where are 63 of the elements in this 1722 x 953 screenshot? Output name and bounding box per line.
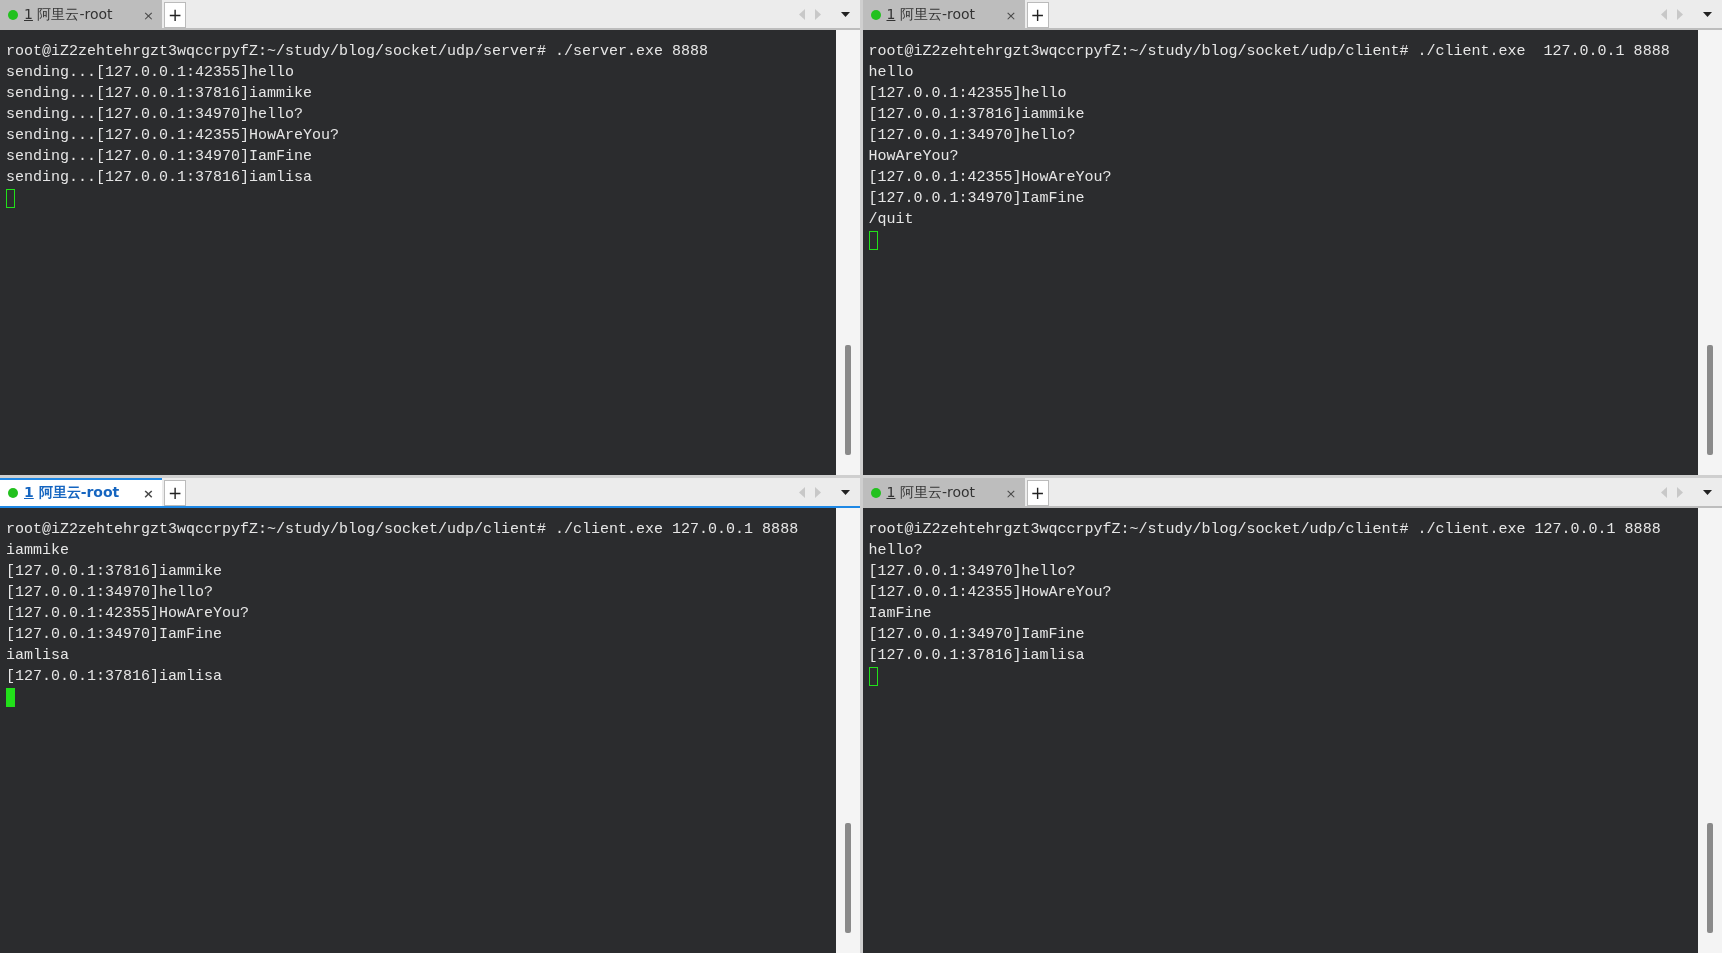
tab-title: 1 阿里云-root (886, 6, 976, 24)
scrollbar-track[interactable] (835, 30, 860, 475)
terminal-line: IamFine (868, 604, 933, 624)
terminal-line: sending...[127.0.0.1:34970]hello? (6, 105, 305, 125)
scrollbar-thumb[interactable] (1707, 823, 1713, 933)
scrollbar-thumb[interactable] (1707, 345, 1713, 455)
terminal-line: [127.0.0.1:42355]HowAreYou? (6, 604, 251, 624)
scrollbar-thumb[interactable] (844, 823, 851, 933)
new-tab-button[interactable]: + (164, 2, 186, 28)
terminal-line: [127.0.0.1:42355]HowAreYou? (868, 583, 1113, 603)
session-tab[interactable]: 1 阿里云-root × (0, 0, 162, 28)
tab-title: 1 阿里云-root (24, 484, 121, 502)
dropdown-caret-icon[interactable] (840, 489, 850, 495)
scrollbar-thumb[interactable] (844, 345, 851, 455)
close-tab-button[interactable]: × (143, 485, 154, 501)
terminal-line: root@iZ2zehtehrgzt3wqccrpyfZ:~/study/blog/socket/udp/server# ./server.exe 8888 (6, 42, 710, 62)
status-dot-icon (8, 10, 18, 20)
new-tab-button[interactable]: + (1026, 480, 1049, 506)
close-tab-button[interactable]: × (143, 7, 154, 23)
terminal-line: iammike (6, 541, 70, 561)
terminal-line: sending...[127.0.0.1:37816]iammike (6, 84, 314, 104)
dropdown-caret-icon[interactable] (840, 11, 850, 17)
terminal-line: [127.0.0.1:34970]IamFine (868, 189, 1086, 209)
tab-title: 1 阿里云-root (886, 484, 976, 502)
terminal-line: hello (868, 63, 915, 83)
status-dot-icon (870, 10, 881, 20)
terminal-line: [127.0.0.1:37816]iammike (868, 105, 1086, 125)
session-tab[interactable]: 1 阿里云-root × (0, 478, 162, 506)
scrollbar-track[interactable] (835, 508, 860, 953)
terminal-line: [127.0.0.1:34970]IamFine (868, 625, 1086, 645)
session-tab[interactable]: 1 阿里云-root × (862, 478, 1025, 506)
terminal-line: [127.0.0.1:34970]hello? (868, 126, 1077, 146)
terminal-line: iamlisa (6, 646, 70, 666)
close-tab-button[interactable]: × (1005, 7, 1017, 23)
scrollbar-track[interactable] (1698, 508, 1722, 953)
terminal-line: sending...[127.0.0.1:34970]IamFine (6, 147, 314, 167)
terminal-line: sending...[127.0.0.1:42355]hello (6, 63, 296, 83)
new-tab-button[interactable]: + (164, 480, 186, 506)
terminal-line: [127.0.0.1:42355]hello (868, 84, 1068, 104)
tab-title: 1 阿里云-root (24, 6, 114, 24)
terminal-line: /quit (868, 210, 915, 230)
session-tab[interactable]: 1 阿里云-root × (862, 0, 1025, 28)
terminal-line: HowAreYou? (868, 147, 960, 167)
terminal-line: [127.0.0.1:37816]iamlisa (868, 646, 1086, 666)
close-tab-button[interactable]: × (1005, 485, 1017, 501)
terminal-line: sending...[127.0.0.1:37816]iamlisa (6, 168, 314, 188)
terminal-line: [127.0.0.1:37816]iamlisa (6, 667, 224, 687)
terminal-line: [127.0.0.1:34970]hello? (6, 583, 215, 603)
dropdown-caret-icon[interactable] (1703, 11, 1712, 17)
terminal-line: root@iZ2zehtehrgzt3wqccrpyfZ:~/study/blog/socket/udp/client# ./client.exe 127.0.0.1 8888 (868, 42, 1671, 62)
terminal-line: [127.0.0.1:42355]HowAreYou? (868, 168, 1113, 188)
new-tab-button[interactable]: + (1026, 2, 1049, 28)
terminal-line: [127.0.0.1:34970]hello? (868, 562, 1077, 582)
terminal-line: root@iZ2zehtehrgzt3wqccrpyfZ:~/study/blog/socket/udp/client# ./client.exe 127.0.0.1 8888 (6, 520, 800, 540)
status-dot-icon (870, 488, 881, 498)
dropdown-caret-icon[interactable] (1703, 489, 1712, 495)
terminal-line: hello? (868, 541, 924, 561)
terminal-line: [127.0.0.1:34970]IamFine (6, 625, 224, 645)
terminal-line: root@iZ2zehtehrgzt3wqccrpyfZ:~/study/blog/socket/udp/client# ./client.exe 127.0.0.1 8888 (868, 520, 1662, 540)
status-dot-icon (8, 488, 18, 498)
terminal-line: [127.0.0.1:37816]iammike (6, 562, 224, 582)
scrollbar-track[interactable] (1698, 30, 1722, 475)
terminal-line: sending...[127.0.0.1:42355]HowAreYou? (6, 126, 341, 146)
